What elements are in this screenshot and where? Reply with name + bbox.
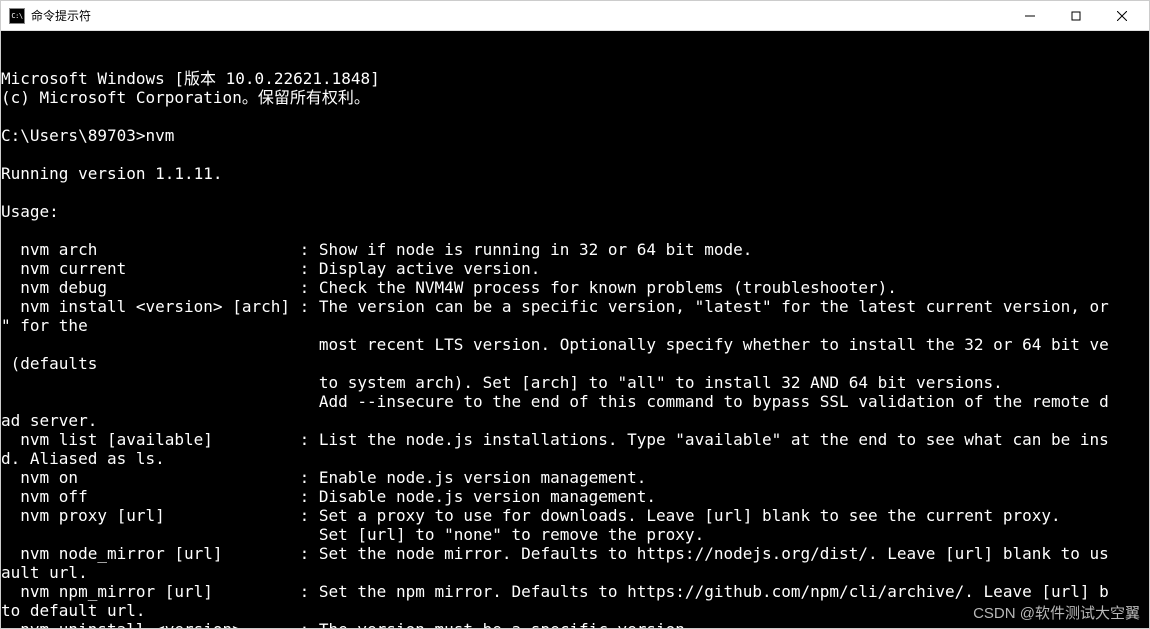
prompt: C:\Users\89703> (1, 126, 146, 145)
output-on: nvm on : Enable node.js version manageme… (1, 468, 646, 487)
output-uninstall: nvm uninstall <version> : The version mu… (1, 620, 695, 628)
output-usage-header: Usage: (1, 202, 59, 221)
close-button[interactable] (1099, 1, 1145, 31)
output-install-4b: ad server. (1, 411, 97, 430)
output-off: nvm off : Disable node.js version manage… (1, 487, 656, 506)
output-arch: nvm arch : Show if node is running in 32… (1, 240, 752, 259)
output-list-b: d. Aliased as ls. (1, 449, 165, 468)
output-debug: nvm debug : Check the NVM4W process for … (1, 278, 897, 297)
output-nodemirror: nvm node_mirror [url] : Set the node mir… (1, 544, 1109, 563)
copyright-line: (c) Microsoft Corporation。保留所有权利。 (1, 88, 370, 107)
output-proxy-2: Set [url] to "none" to remove the proxy. (1, 525, 704, 544)
minimize-button[interactable] (1007, 1, 1053, 31)
output-npmmirror: nvm npm_mirror [url] : Set the npm mirro… (1, 582, 1109, 601)
output-proxy-1: nvm proxy [url] : Set a proxy to use for… (1, 506, 1061, 525)
close-icon (1117, 11, 1127, 21)
output-install-2b: (defaults (1, 354, 97, 373)
window-title: 命令提示符 (31, 7, 1007, 24)
terminal-area[interactable]: Microsoft Windows [版本 10.0.22621.1848] (… (1, 31, 1149, 628)
terminal-output: Microsoft Windows [版本 10.0.22621.1848] (… (1, 69, 1149, 628)
cmd-icon: C:\ (9, 8, 25, 24)
command-text: nvm (146, 126, 175, 145)
output-install-1b: " for the (1, 316, 88, 335)
minimize-icon (1025, 11, 1035, 21)
maximize-icon (1071, 11, 1081, 21)
output-current: nvm current : Display active version. (1, 259, 540, 278)
output-install-2: most recent LTS version. Optionally spec… (1, 335, 1109, 354)
command-prompt-window: C:\ 命令提示符 Microsoft Windows [版本 10.0.226… (0, 0, 1150, 629)
os-version-line: Microsoft Windows [版本 10.0.22621.1848] (1, 69, 380, 88)
maximize-button[interactable] (1053, 1, 1099, 31)
titlebar[interactable]: C:\ 命令提示符 (1, 1, 1149, 31)
output-install-4: Add --insecure to the end of this comman… (1, 392, 1109, 411)
window-controls (1007, 1, 1145, 31)
output-running: Running version 1.1.11. (1, 164, 223, 183)
output-nodemirror-b: ault url. (1, 563, 88, 582)
output-npmmirror-b: to default url. (1, 601, 146, 620)
output-install-1: nvm install <version> [arch] : The versi… (1, 297, 1109, 316)
output-list: nvm list [available] : List the node.js … (1, 430, 1109, 449)
output-install-3: to system arch). Set [arch] to "all" to … (1, 373, 1003, 392)
